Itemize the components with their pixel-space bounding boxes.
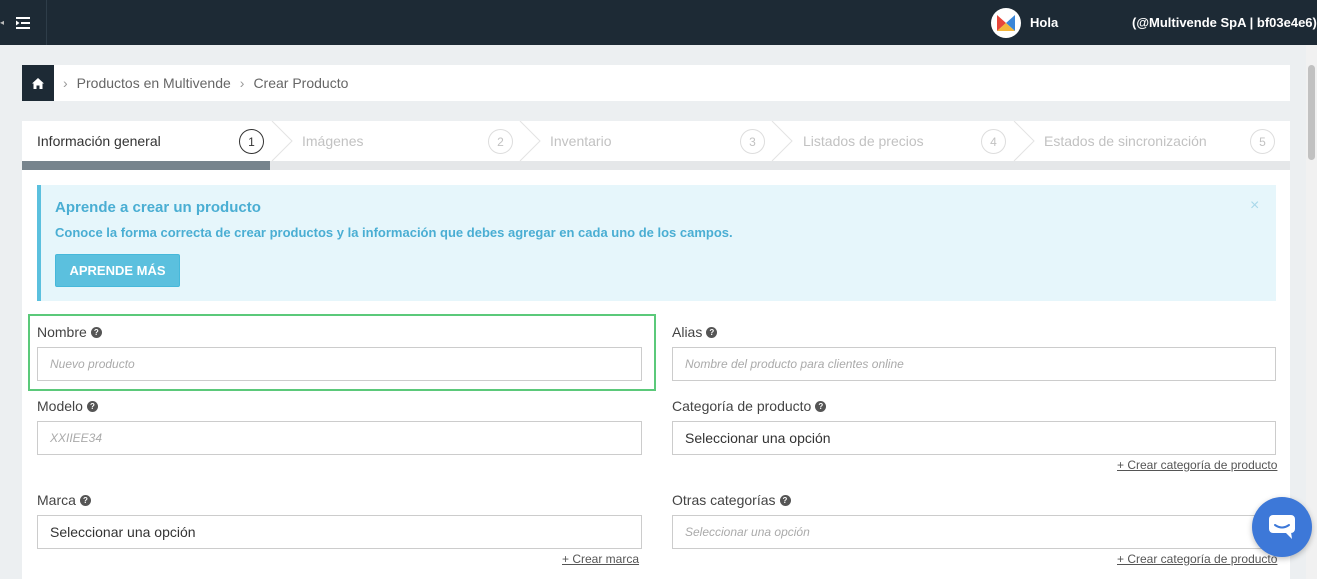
modelo-placeholder: XXIIEE34: [50, 431, 103, 445]
alert-title: Aprende a crear un producto: [55, 199, 261, 216]
marca-select[interactable]: Seleccionar una opción: [37, 515, 642, 549]
breadcrumb-separator: ›: [239, 75, 245, 91]
breadcrumb-separator: ›: [63, 75, 68, 91]
wizard-progress-fill: [22, 161, 270, 170]
otras-categorias-placeholder: Seleccionar una opción: [685, 525, 810, 539]
otras-categorias-label: Otras categorías?: [672, 492, 791, 508]
modelo-input[interactable]: XXIIEE34: [37, 421, 642, 455]
multivende-logo: [991, 8, 1021, 38]
alert-text: Conoce la forma correcta de crear produc…: [55, 225, 733, 240]
step-number-1: 1: [239, 129, 264, 154]
step-chevron: [1013, 121, 1035, 161]
breadcrumb-productos[interactable]: Productos en Multivende: [77, 75, 231, 91]
step-chevron: [271, 121, 293, 161]
wizard-steps: Información general 1 Imágenes 2 Inventa…: [22, 121, 1290, 161]
crear-marca-link[interactable]: + Crear marca: [562, 552, 639, 566]
help-icon[interactable]: ?: [90, 326, 102, 338]
breadcrumb-crear-producto: Crear Producto: [253, 75, 349, 91]
step-number-2: 2: [488, 129, 513, 154]
categoria-value: Seleccionar una opción: [685, 430, 831, 446]
step-label: Imágenes: [302, 133, 364, 149]
crear-categoria-link[interactable]: + Crear categoría de producto: [1117, 458, 1277, 472]
step-informacion-general[interactable]: Información general: [37, 121, 161, 161]
wizard-progress-bar: [22, 161, 1290, 170]
help-icon[interactable]: ?: [815, 400, 827, 412]
alias-input[interactable]: Nombre del producto para clientes online: [672, 347, 1276, 381]
step-label: Inventario: [550, 133, 612, 149]
alias-label-text: Alias: [672, 324, 703, 340]
modelo-label: Modelo?: [37, 398, 98, 414]
alias-label: Alias?: [672, 324, 718, 340]
modelo-label-text: Modelo: [37, 398, 83, 414]
breadcrumb: › Productos en Multivende › Crear Produc…: [22, 65, 1290, 101]
account-dropdown[interactable]: (@Multivende SpA | bf03e4e6)⌄: [1132, 15, 1317, 30]
help-icon[interactable]: ?: [706, 326, 718, 338]
alias-placeholder: Nombre del producto para clientes online: [685, 357, 904, 371]
step-inventario[interactable]: Inventario: [550, 121, 611, 161]
chat-bubble-icon: [1269, 515, 1295, 539]
marca-label-text: Marca: [37, 492, 76, 508]
close-icon[interactable]: ×: [1250, 197, 1259, 215]
aprende-mas-button[interactable]: APRENDE MÁS: [55, 254, 180, 287]
help-icon[interactable]: ?: [779, 494, 791, 506]
otras-categorias-select[interactable]: Seleccionar una opción: [672, 515, 1276, 549]
step-label: Listados de precios: [803, 133, 924, 149]
categoria-label: Categoría de producto?: [672, 398, 827, 414]
step-imagenes[interactable]: Imágenes: [302, 121, 363, 161]
step-chevron: [519, 121, 541, 161]
step-label: Información general: [37, 133, 161, 149]
help-icon[interactable]: ?: [86, 400, 98, 412]
nombre-label-text: Nombre: [37, 324, 87, 340]
home-icon: [32, 77, 44, 89]
greeting-text: Hola: [1030, 15, 1059, 30]
step-listados-precios[interactable]: Listados de precios: [803, 121, 924, 161]
top-navbar: ◂ Hola (@Multivende SpA | bf03e4e6)⌄: [0, 0, 1317, 45]
nombre-label: Nombre?: [37, 324, 102, 340]
chat-widget-button[interactable]: [1252, 497, 1312, 557]
sidebar-toggle-button[interactable]: [0, 0, 47, 45]
step-number-3: 3: [740, 129, 765, 154]
marca-label: Marca?: [37, 492, 91, 508]
step-number-5: 5: [1250, 129, 1275, 154]
page-scrollbar[interactable]: [1306, 45, 1317, 579]
nombre-placeholder: Nuevo producto: [50, 357, 135, 371]
crear-categoria-link-2[interactable]: + Crear categoría de producto: [1117, 552, 1277, 566]
home-button[interactable]: [22, 65, 54, 101]
otras-categorias-label-text: Otras categorías: [672, 492, 776, 508]
step-label: Estados de sincronización: [1044, 133, 1207, 149]
account-name: (@Multivende SpA | bf03e4e6): [1132, 15, 1317, 30]
logo-m-icon: [997, 15, 1015, 31]
scrollbar-thumb[interactable]: [1308, 65, 1315, 160]
categoria-select[interactable]: Seleccionar una opción: [672, 421, 1276, 455]
marca-value: Seleccionar una opción: [50, 524, 196, 540]
step-chevron: [771, 121, 793, 161]
info-alert: Aprende a crear un producto Conoce la fo…: [37, 185, 1276, 301]
categoria-label-text: Categoría de producto: [672, 398, 812, 414]
step-estados-sincronizacion[interactable]: Estados de sincronización: [1044, 121, 1207, 161]
menu-indent-icon: [16, 16, 30, 29]
help-icon[interactable]: ?: [79, 494, 91, 506]
nombre-input[interactable]: Nuevo producto: [37, 347, 642, 381]
step-number-4: 4: [981, 129, 1006, 154]
